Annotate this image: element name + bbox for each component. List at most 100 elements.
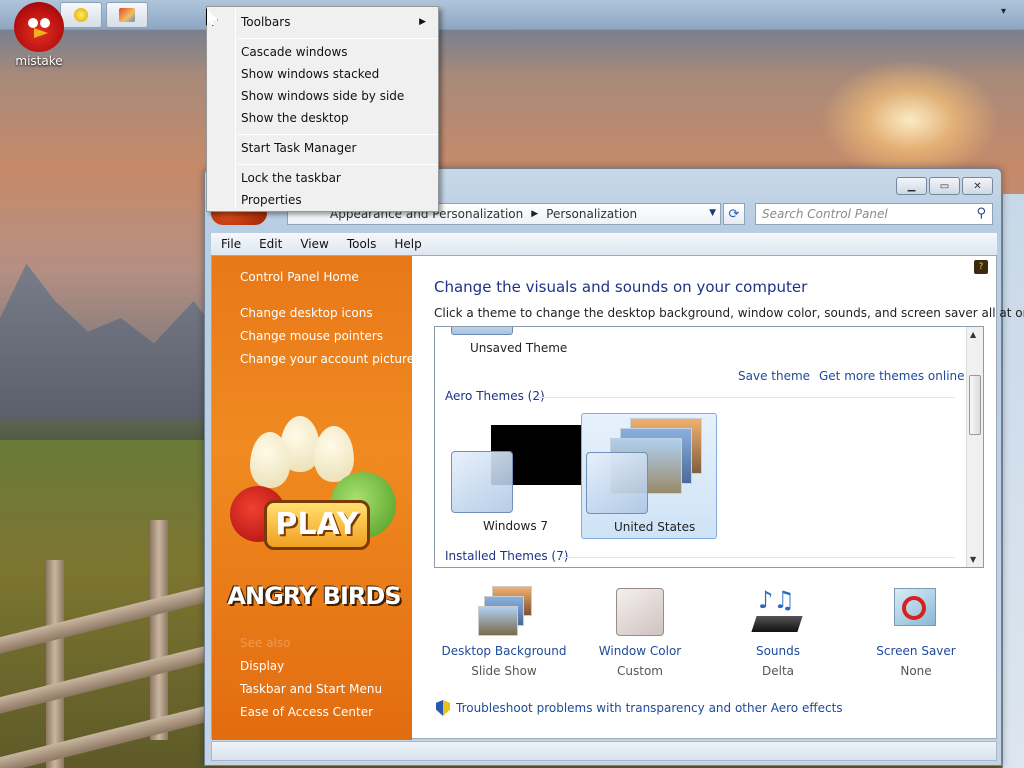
- page-subtitle: Click a theme to change the desktop back…: [434, 306, 1024, 320]
- chevron-down-icon[interactable]: ▼: [709, 208, 716, 218]
- menu-item-properties[interactable]: Properties: [209, 189, 436, 211]
- angry-birds-logo: ANGRY BIRDS: [227, 582, 401, 610]
- search-input[interactable]: Search Control Panel ⚲: [755, 203, 993, 225]
- search-placeholder: Search Control Panel: [762, 207, 888, 221]
- desktop-background-icon: [478, 586, 532, 638]
- tile-name: Desktop Background: [441, 644, 567, 658]
- menu-file[interactable]: File: [221, 237, 241, 251]
- menu-item-show-windows-side-by-side[interactable]: Show windows side by side: [209, 85, 436, 107]
- menu-edit[interactable]: Edit: [259, 237, 282, 251]
- close-icon: ✕: [973, 180, 982, 192]
- main-pane: ? Change the visuals and sounds on your …: [412, 256, 1024, 740]
- menu-tools[interactable]: Tools: [347, 237, 377, 251]
- scroll-thumb[interactable]: [969, 375, 981, 435]
- angry-birds-artwork: PLAY ANGRY BIRDS: [222, 416, 406, 636]
- tile-value: Custom: [617, 664, 663, 678]
- screen-saver-icon: [890, 586, 942, 638]
- menu-item-show-windows-stacked[interactable]: Show windows stacked: [209, 63, 436, 85]
- status-bar: [211, 741, 997, 761]
- task-pane: Control Panel Home Change desktop icons …: [212, 256, 414, 740]
- unsaved-theme-label[interactable]: Unsaved Theme: [470, 341, 567, 355]
- theme-list[interactable]: Unsaved Theme Save theme Get more themes…: [434, 326, 984, 568]
- fence-post: [46, 560, 64, 768]
- page-title: Change the visuals and sounds on your co…: [434, 278, 808, 296]
- scroll-up-icon[interactable]: ▲: [970, 330, 976, 339]
- menu-item-task-manager[interactable]: Start Task Manager: [209, 137, 436, 159]
- minimize-button[interactable]: ▁: [896, 177, 927, 195]
- taskbar[interactable]: ▾: [0, 0, 1024, 30]
- taskbar-context-menu: Toolbars ▶ Cascade windows Show windows …: [206, 6, 439, 212]
- menu-item-cascade-windows[interactable]: Cascade windows: [209, 41, 436, 63]
- desktop-background-tile[interactable]: Desktop Background Slide Show: [434, 586, 574, 678]
- menu-view[interactable]: View: [300, 237, 328, 251]
- angry-bird-icon: [14, 2, 64, 52]
- tile-value: None: [900, 664, 932, 678]
- menu-separator: [237, 38, 437, 39]
- personalize-app-icon: [119, 8, 135, 22]
- window-color-tile[interactable]: Window Color Custom: [570, 586, 710, 678]
- menu-separator: [237, 164, 437, 165]
- tile-value: Delta: [761, 664, 794, 678]
- ease-of-access-link[interactable]: Ease of Access Center: [240, 705, 373, 719]
- see-also-heading: See also: [240, 636, 291, 650]
- sounds-tile[interactable]: ♪♫ Sounds Delta: [708, 586, 848, 678]
- minimize-icon: ▁: [907, 180, 916, 192]
- menu-item-show-desktop[interactable]: Show the desktop: [209, 107, 436, 129]
- tile-name: Sounds: [755, 644, 801, 658]
- window-color-icon: [614, 586, 666, 638]
- taskbar-app-button[interactable]: [106, 2, 148, 28]
- window-glass-preview: [451, 451, 513, 513]
- tile-name: Window Color: [598, 644, 682, 658]
- theme-united-states[interactable]: United States: [581, 413, 717, 539]
- fence-post: [150, 520, 168, 740]
- display-link[interactable]: Display: [240, 659, 284, 673]
- breadcrumb-item[interactable]: Personalization: [546, 207, 637, 221]
- tile-value: Slide Show: [471, 664, 537, 678]
- menu-item-toolbars[interactable]: Toolbars ▶: [209, 11, 436, 33]
- screen-saver-tile[interactable]: Screen Saver None: [846, 586, 986, 678]
- change-mouse-pointers-link[interactable]: Change mouse pointers: [240, 329, 383, 343]
- menu-help[interactable]: Help: [394, 237, 421, 251]
- theme-label: United States: [614, 520, 696, 534]
- theme-settings: Desktop Background Slide Show Window Col…: [434, 586, 984, 696]
- installed-themes-group[interactable]: Installed Themes (7): [445, 549, 568, 563]
- theme-windows-7[interactable]: Windows 7: [447, 415, 587, 541]
- vertical-scrollbar[interactable]: ▲ ▼: [966, 327, 983, 567]
- control-panel-home-link[interactable]: Control Panel Home: [240, 270, 359, 284]
- help-icon[interactable]: ?: [974, 260, 988, 274]
- search-icon[interactable]: ⚲: [976, 206, 986, 221]
- change-desktop-icons-link[interactable]: Change desktop icons: [240, 306, 373, 320]
- save-theme-link[interactable]: Save theme: [738, 369, 810, 383]
- maximize-button[interactable]: ▭: [929, 177, 960, 195]
- troubleshoot-label: Troubleshoot problems with transparency …: [456, 701, 843, 715]
- tile-name: Screen Saver: [876, 644, 956, 658]
- unsaved-theme-thumbnail[interactable]: [451, 327, 513, 335]
- restore-icon: ▭: [939, 180, 950, 192]
- desktop-icon[interactable]: mistake: [8, 2, 70, 68]
- sunset-glow: [820, 60, 1000, 180]
- menu-bar: File Edit View Tools Help: [211, 233, 997, 255]
- scroll-down-icon[interactable]: ▼: [970, 555, 976, 564]
- content-area: Control Panel Home Change desktop icons …: [211, 255, 1024, 740]
- submenu-arrow-icon: ▶: [419, 17, 426, 27]
- change-account-picture-link[interactable]: Change your account picture: [240, 352, 414, 366]
- taskbar-start-menu-link[interactable]: Taskbar and Start Menu: [240, 682, 382, 696]
- egg-icon: [314, 426, 354, 482]
- group-divider: [537, 397, 955, 398]
- window-controls: ▁ ▭ ✕: [896, 177, 993, 195]
- refresh-button[interactable]: ⟳: [723, 203, 745, 225]
- refresh-icon: ⟳: [728, 206, 740, 222]
- personalization-window[interactable]: ▁ ▭ ✕ Appearance and Personalization ▶ P…: [204, 168, 1024, 766]
- troubleshoot-link[interactable]: Troubleshoot problems with transparency …: [436, 700, 843, 716]
- close-button[interactable]: ✕: [962, 177, 993, 195]
- breadcrumb-separator-icon[interactable]: ▶: [531, 209, 538, 219]
- sun-app-icon: [74, 8, 88, 22]
- menu-item-lock-taskbar[interactable]: Lock the taskbar: [209, 167, 436, 189]
- aero-themes-group[interactable]: Aero Themes (2): [445, 389, 545, 403]
- get-more-themes-link[interactable]: Get more themes online: [819, 369, 965, 383]
- sounds-icon: ♪♫: [751, 586, 804, 638]
- background-window-edge[interactable]: [1002, 194, 1024, 768]
- chevron-down-icon[interactable]: ▾: [1001, 6, 1006, 17]
- window-glass-preview: [586, 452, 648, 514]
- menu-item-label: Toolbars: [241, 15, 291, 29]
